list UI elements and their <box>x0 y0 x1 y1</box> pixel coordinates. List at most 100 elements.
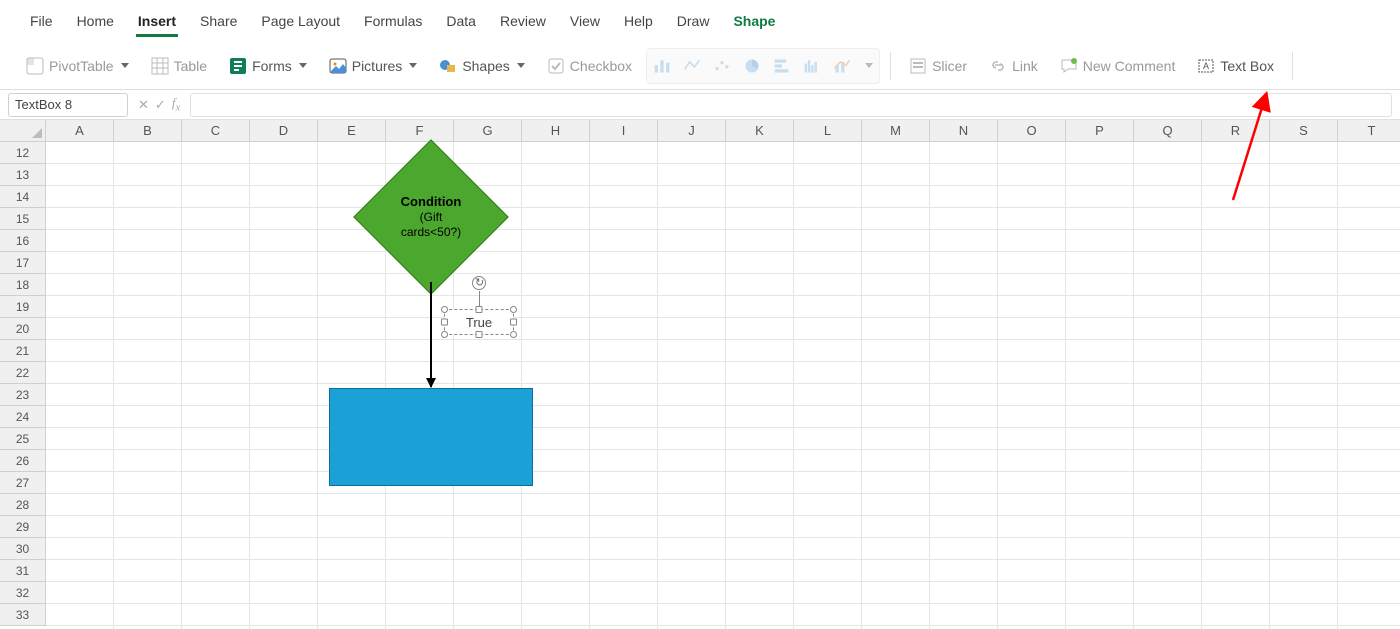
slicer-label: Slicer <box>932 58 967 74</box>
flowchart-decision-shape[interactable]: Condition (Gift cards<50?) <box>346 152 516 282</box>
table-button[interactable]: Table <box>143 52 215 80</box>
forms-button[interactable]: Forms <box>221 52 315 80</box>
menu-review[interactable]: Review <box>488 5 558 37</box>
row-header[interactable]: 28 <box>0 494 45 516</box>
accept-formula-icon[interactable]: ✓ <box>155 97 166 113</box>
pivottable-button[interactable]: PivotTable <box>18 52 137 80</box>
column-chart-icon[interactable] <box>653 57 671 75</box>
select-all-corner[interactable] <box>0 120 46 142</box>
histogram-chart-icon[interactable] <box>803 57 821 75</box>
textbox-true[interactable]: True <box>444 309 514 335</box>
text-box-button[interactable]: A Text Box <box>1189 52 1282 80</box>
checkbox-button[interactable]: Checkbox <box>539 52 640 80</box>
row-header[interactable]: 20 <box>0 318 45 340</box>
row-header[interactable]: 33 <box>0 604 45 626</box>
row-header[interactable]: 29 <box>0 516 45 538</box>
column-header[interactable]: Q <box>1134 120 1202 141</box>
cell-grid[interactable]: Condition (Gift cards<50?) True <box>46 142 1400 629</box>
row-header[interactable]: 23 <box>0 384 45 406</box>
flowchart-process-shape[interactable] <box>329 388 533 486</box>
resize-handle[interactable] <box>510 331 517 338</box>
row-header[interactable]: 30 <box>0 538 45 560</box>
row-header[interactable]: 21 <box>0 340 45 362</box>
link-button[interactable]: Link <box>981 52 1046 80</box>
separator <box>890 52 891 80</box>
menu-data[interactable]: Data <box>434 5 488 37</box>
resize-handle[interactable] <box>510 306 517 313</box>
chevron-down-icon <box>121 63 129 68</box>
menu-view[interactable]: View <box>558 5 612 37</box>
slicer-button[interactable]: Slicer <box>901 52 975 80</box>
row-header[interactable]: 25 <box>0 428 45 450</box>
row-header[interactable]: 24 <box>0 406 45 428</box>
column-header[interactable]: J <box>658 120 726 141</box>
formula-input[interactable] <box>190 93 1392 117</box>
shapes-button[interactable]: Shapes <box>431 52 532 80</box>
column-header[interactable]: M <box>862 120 930 141</box>
resize-handle[interactable] <box>476 331 483 338</box>
row-header[interactable]: 14 <box>0 186 45 208</box>
row-header[interactable]: 19 <box>0 296 45 318</box>
rotate-handle[interactable] <box>472 276 486 290</box>
column-header[interactable]: T <box>1338 120 1400 141</box>
pictures-button[interactable]: Pictures <box>321 52 426 80</box>
fx-icon[interactable]: fx <box>172 95 180 114</box>
column-header[interactable]: E <box>318 120 386 141</box>
row-header[interactable]: 13 <box>0 164 45 186</box>
column-header[interactable]: R <box>1202 120 1270 141</box>
menu-shape[interactable]: Shape <box>721 5 787 37</box>
column-header[interactable]: B <box>114 120 182 141</box>
arrow-connector[interactable] <box>430 282 432 387</box>
row-header[interactable]: 31 <box>0 560 45 582</box>
column-header[interactable]: H <box>522 120 590 141</box>
menu-insert[interactable]: Insert <box>126 5 188 37</box>
resize-handle[interactable] <box>441 319 448 326</box>
pie-chart-icon[interactable] <box>743 57 761 75</box>
slicer-icon <box>909 57 927 75</box>
column-header[interactable]: P <box>1066 120 1134 141</box>
column-header[interactable]: S <box>1270 120 1338 141</box>
row-header[interactable]: 15 <box>0 208 45 230</box>
row-header[interactable]: 22 <box>0 362 45 384</box>
new-comment-button[interactable]: New Comment <box>1052 52 1184 80</box>
formula-controls: ✕ ✓ fx <box>134 95 184 114</box>
column-header[interactable]: G <box>454 120 522 141</box>
menu-file[interactable]: File <box>18 5 65 37</box>
resize-handle[interactable] <box>476 306 483 313</box>
row-header[interactable]: 17 <box>0 252 45 274</box>
name-box[interactable]: TextBox 8 <box>8 93 128 117</box>
shapes-icon <box>439 57 457 75</box>
column-header[interactable]: N <box>930 120 998 141</box>
row-header[interactable]: 18 <box>0 274 45 296</box>
column-header[interactable]: D <box>250 120 318 141</box>
chevron-down-icon <box>299 63 307 68</box>
column-header[interactable]: L <box>794 120 862 141</box>
row-header[interactable]: 12 <box>0 142 45 164</box>
menu-help[interactable]: Help <box>612 5 665 37</box>
pictures-label: Pictures <box>352 58 403 74</box>
resize-handle[interactable] <box>441 331 448 338</box>
row-header[interactable]: 16 <box>0 230 45 252</box>
row-header[interactable]: 32 <box>0 582 45 604</box>
column-header[interactable]: K <box>726 120 794 141</box>
column-header[interactable]: A <box>46 120 114 141</box>
line-chart-icon[interactable] <box>683 57 701 75</box>
cancel-formula-icon[interactable]: ✕ <box>138 97 149 113</box>
menu-home[interactable]: Home <box>65 5 126 37</box>
menu-formulas[interactable]: Formulas <box>352 5 434 37</box>
chevron-down-icon[interactable] <box>865 63 873 68</box>
menu-share[interactable]: Share <box>188 5 249 37</box>
menu-draw[interactable]: Draw <box>665 5 722 37</box>
column-header[interactable]: O <box>998 120 1066 141</box>
menu-page-layout[interactable]: Page Layout <box>249 5 352 37</box>
column-header[interactable]: C <box>182 120 250 141</box>
bar-chart-icon[interactable] <box>773 57 791 75</box>
resize-handle[interactable] <box>510 319 517 326</box>
column-header[interactable]: I <box>590 120 658 141</box>
row-header[interactable]: 27 <box>0 472 45 494</box>
column-header[interactable]: F <box>386 120 454 141</box>
resize-handle[interactable] <box>441 306 448 313</box>
row-header[interactable]: 26 <box>0 450 45 472</box>
scatter-chart-icon[interactable] <box>713 57 731 75</box>
combo-chart-icon[interactable] <box>833 57 851 75</box>
